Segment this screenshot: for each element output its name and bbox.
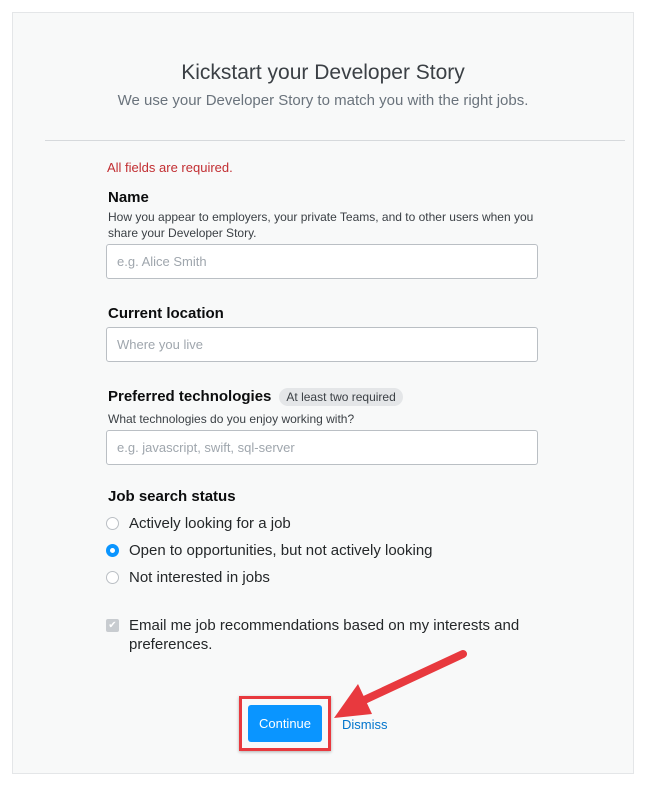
requirement-badge: At least two required: [279, 388, 403, 406]
continue-button[interactable]: Continue: [248, 705, 322, 742]
name-input[interactable]: e.g. Alice Smith: [106, 244, 538, 279]
job-status-label: Job search status: [108, 488, 236, 505]
technologies-placeholder: e.g. javascript, swift, sql-server: [117, 440, 295, 455]
radio-icon: [106, 571, 119, 584]
name-label: Name: [108, 189, 149, 206]
technologies-input[interactable]: e.g. javascript, swift, sql-server: [106, 430, 538, 465]
radio-label: Actively looking for a job: [129, 515, 291, 532]
radio-selected-icon: [106, 544, 119, 557]
radio-label: Open to opportunities, but not actively …: [129, 542, 433, 559]
page-title: Kickstart your Developer Story: [181, 61, 465, 84]
name-description: How you appear to employers, your privat…: [108, 210, 534, 240]
technologies-label-text: Preferred technologies: [108, 388, 272, 405]
checkmark-icon: ✔: [106, 619, 119, 632]
page-subtitle: We use your Developer Story to match you…: [117, 92, 529, 109]
radio-actively-looking[interactable]: Actively looking for a job: [106, 515, 291, 532]
technologies-description: What technologies do you enjoy working w…: [108, 412, 355, 426]
radio-not-interested[interactable]: Not interested in jobs: [106, 569, 270, 586]
location-placeholder: Where you live: [117, 337, 203, 352]
required-note: All fields are required.: [107, 160, 233, 175]
radio-label: Not interested in jobs: [129, 569, 270, 586]
radio-icon: [106, 517, 119, 530]
name-placeholder: e.g. Alice Smith: [117, 254, 207, 269]
location-label: Current location: [108, 305, 224, 322]
location-input[interactable]: Where you live: [106, 327, 538, 362]
technologies-label: Preferred technologies At least two requi…: [108, 388, 403, 406]
radio-open-to-opportunities[interactable]: Open to opportunities, but not actively …: [106, 542, 433, 559]
divider: [45, 140, 625, 141]
annotation-arrow-icon: [334, 650, 467, 718]
